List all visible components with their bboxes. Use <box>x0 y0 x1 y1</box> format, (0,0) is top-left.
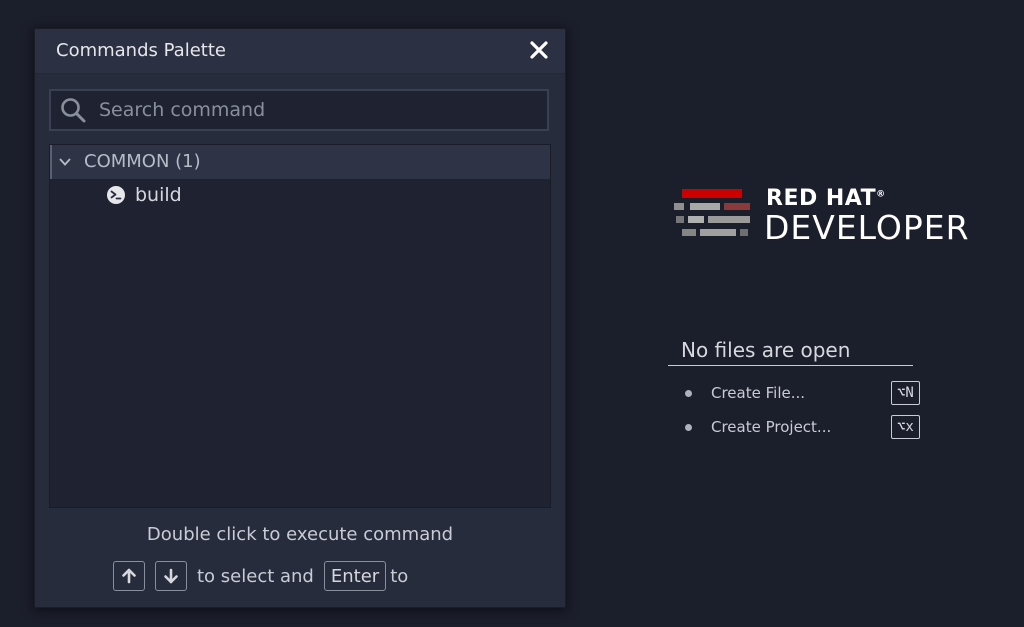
create-project-link[interactable]: Create Project... ⌥x <box>682 415 942 441</box>
create-file-link[interactable]: Create File... ⌥N <box>682 381 942 407</box>
arrow-up-icon <box>122 568 136 584</box>
close-icon <box>530 41 548 59</box>
select-text: to select and <box>197 565 314 587</box>
tree-item-build[interactable]: build <box>50 181 550 211</box>
close-button[interactable] <box>527 38 551 62</box>
command-tree: COMMON (1) build <box>49 144 551 508</box>
redhat-developer-logo: RED HAT® DEVELOPER <box>672 186 992 248</box>
execute-hint: Double click to execute command <box>146 524 454 545</box>
logo-product-text: DEVELOPER <box>764 208 970 247</box>
no-files-heading: No files are open <box>668 338 913 366</box>
tree-group-label: COMMON (1) <box>84 151 201 172</box>
create-file-label: Create File... <box>711 384 806 402</box>
bullet-icon <box>685 390 692 397</box>
palette-header: Commands Palette <box>35 29 565 74</box>
create-file-shortcut: ⌥N <box>891 381 920 405</box>
arrow-down-key <box>155 561 187 591</box>
commands-palette: Commands Palette COMMON (1) build <box>34 28 566 608</box>
palette-title: Commands Palette <box>56 40 226 61</box>
logo-bars-icon <box>674 189 750 236</box>
tree-item-label: build <box>135 184 182 206</box>
search-input[interactable] <box>99 95 539 125</box>
bullet-icon <box>685 424 692 431</box>
tree-group-common[interactable]: COMMON (1) <box>50 145 550 179</box>
terminal-command-icon <box>107 186 125 204</box>
search-icon <box>61 98 86 123</box>
arrow-up-key <box>113 561 145 591</box>
enter-key: Enter <box>323 561 387 591</box>
keyboard-hint: to select and Enter to <box>113 559 408 593</box>
search-box[interactable] <box>49 89 549 131</box>
create-project-label: Create Project... <box>711 418 832 436</box>
chevron-down-icon <box>59 158 71 166</box>
arrow-down-icon <box>164 568 178 584</box>
create-project-shortcut: ⌥x <box>891 415 920 439</box>
to-text: to <box>390 565 409 587</box>
